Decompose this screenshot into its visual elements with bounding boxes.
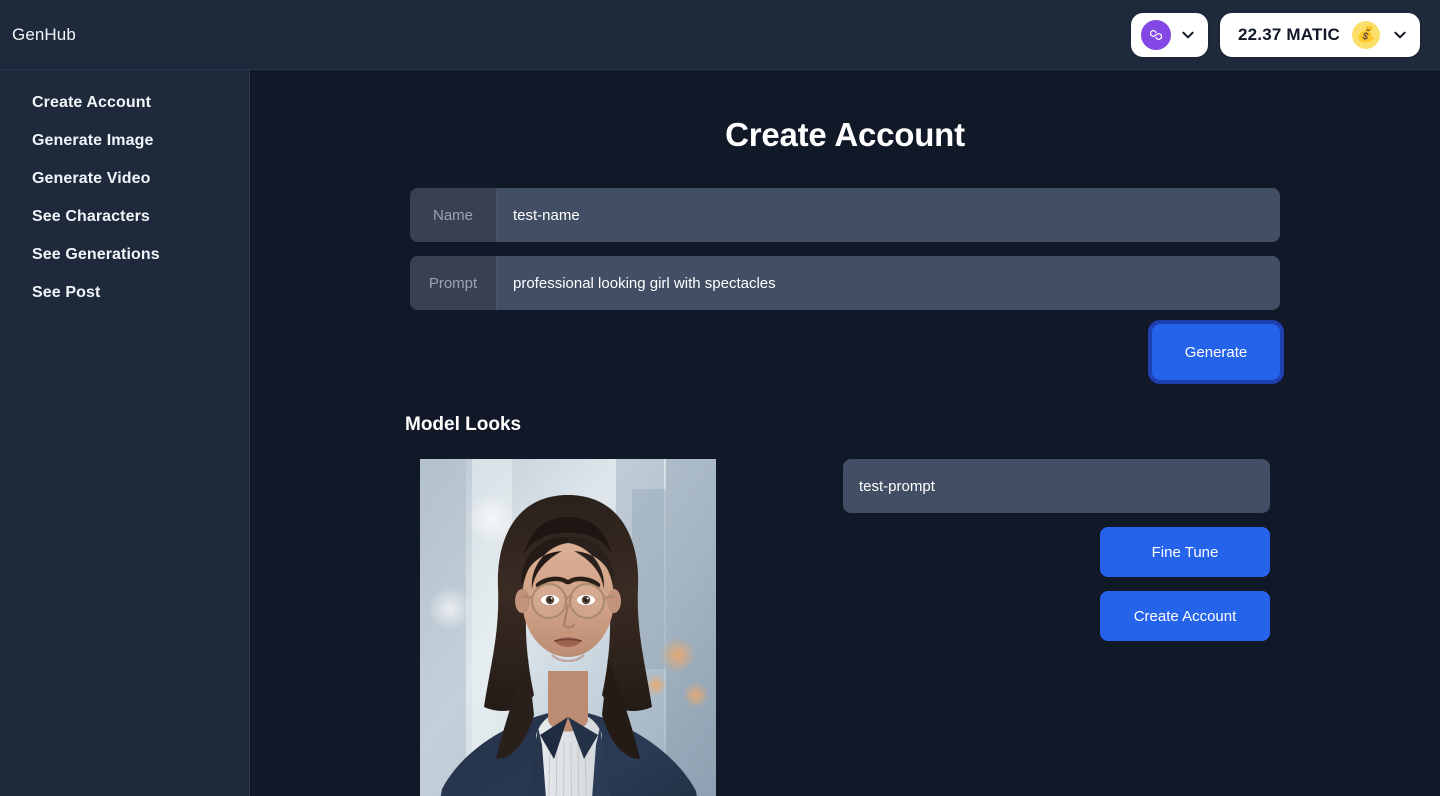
polygon-logo-icon	[1140, 19, 1171, 50]
money-bag-icon: 💰	[1352, 20, 1380, 49]
sidebar-nav: Create Account Generate Image Generate V…	[0, 70, 250, 796]
name-field-row: Name	[410, 188, 1280, 242]
sidebar-item-see-post[interactable]: See Post	[0, 274, 249, 312]
brand-logo-text: GenHub	[12, 24, 76, 44]
page-title: Create Account	[725, 116, 965, 153]
name-input[interactable]	[497, 188, 1280, 242]
create-account-row: Create Account	[843, 591, 1270, 641]
app-header: GenHub 22.37 MATIC 💰	[0, 0, 1440, 70]
chevron-down-icon	[1180, 27, 1196, 43]
name-field-label: Name	[410, 188, 497, 242]
model-prompt-display[interactable]: test-prompt	[843, 459, 1270, 513]
wallet-balance-button[interactable]: 22.37 MATIC 💰	[1219, 12, 1420, 57]
prompt-field-label: Prompt	[410, 256, 497, 310]
create-account-form: Name Prompt Generate	[410, 188, 1280, 380]
generate-button-row: Generate	[410, 324, 1280, 380]
model-prompt-text: test-prompt	[859, 477, 935, 495]
sidebar-item-see-characters[interactable]: See Characters	[0, 198, 249, 236]
main-content: Create Account Name Prompt Generate Mode…	[250, 70, 1440, 796]
sidebar-item-create-account[interactable]: Create Account	[0, 84, 249, 122]
model-looks-section: test-prompt Fine Tune Create Account	[420, 459, 1440, 796]
sidebar-item-generate-video[interactable]: Generate Video	[0, 160, 249, 198]
sidebar-item-generate-image[interactable]: Generate Image	[0, 122, 249, 160]
generate-button[interactable]: Generate	[1152, 324, 1280, 380]
header-actions: 22.37 MATIC 💰	[1130, 12, 1420, 57]
sidebar-item-see-generations[interactable]: See Generations	[0, 236, 249, 274]
prompt-field-row: Prompt	[410, 256, 1280, 310]
generated-model-image[interactable]	[420, 459, 716, 796]
prompt-input[interactable]	[497, 256, 1280, 310]
fine-tune-button[interactable]: Fine Tune	[1100, 527, 1270, 577]
create-account-button[interactable]: Create Account	[1100, 591, 1270, 641]
model-looks-heading: Model Looks	[405, 414, 522, 435]
fine-tune-row: Fine Tune	[843, 527, 1270, 577]
app-root: GenHub 22.37 MATIC 💰 Create Account Gene…	[0, 0, 1440, 796]
chevron-down-icon	[1392, 27, 1408, 43]
model-looks-controls: test-prompt Fine Tune Create Account	[843, 459, 1270, 796]
network-selector-button[interactable]	[1130, 12, 1208, 57]
wallet-balance-label: 22.37 MATIC	[1237, 24, 1340, 44]
